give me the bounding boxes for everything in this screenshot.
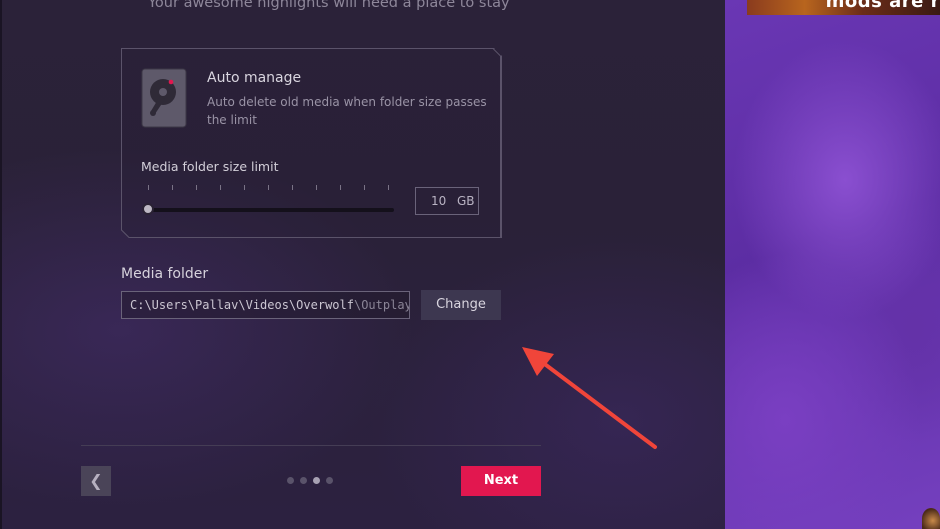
- annotation-arrow-icon: [522, 347, 657, 449]
- slider-tick: [364, 185, 365, 190]
- auto-manage-title: Auto manage: [207, 70, 302, 86]
- step-dot: [313, 477, 320, 484]
- hard-disk-icon: [141, 68, 187, 128]
- page-subtitle: Your awesome highlights will need a plac…: [148, 0, 510, 11]
- slider-tick: [148, 185, 149, 190]
- chevron-left-icon: ❮: [89, 471, 103, 490]
- slider-tick: [340, 185, 341, 190]
- size-limit-unit: GB: [457, 194, 475, 208]
- step-dot: [287, 477, 294, 484]
- footer-divider: [81, 445, 541, 446]
- slider-tick: [244, 185, 245, 190]
- promo-panel: mods are r: [725, 0, 940, 529]
- slider-tick: [196, 185, 197, 190]
- slider-ticks: [148, 185, 389, 193]
- size-limit-input[interactable]: 10 GB: [415, 187, 479, 215]
- promo-thumbnail-text: mods are r: [825, 0, 940, 12]
- corner-avatar-icon: [922, 508, 940, 529]
- slider-tick: [172, 185, 173, 190]
- slider-tick: [388, 185, 389, 190]
- promo-thumbnail: mods are r: [747, 0, 940, 15]
- size-limit-slider[interactable]: [148, 208, 394, 212]
- change-folder-button[interactable]: Change: [421, 290, 501, 320]
- media-folder-path: C:\Users\Pallav\Videos\Overwolf: [130, 298, 354, 312]
- step-dot: [326, 477, 333, 484]
- size-limit-value: 10: [431, 194, 447, 208]
- size-limit-label: Media folder size limit: [141, 159, 279, 174]
- step-indicator: [287, 477, 335, 485]
- slider-tick: [220, 185, 221, 190]
- next-button[interactable]: Next: [461, 466, 541, 496]
- media-folder-path-tail: \Outplayed: [353, 298, 409, 312]
- step-dot: [300, 477, 307, 484]
- auto-manage-description: Auto delete old media when folder size p…: [207, 95, 487, 127]
- back-button[interactable]: ❮: [81, 466, 111, 496]
- media-folder-label: Media folder: [121, 266, 209, 282]
- slider-tick: [316, 185, 317, 190]
- size-limit-slider-handle[interactable]: [142, 203, 154, 215]
- media-folder-path-field[interactable]: C:\Users\Pallav\Videos\Overwolf\Outplaye…: [121, 291, 410, 319]
- slider-tick: [268, 185, 269, 190]
- slider-tick: [292, 185, 293, 190]
